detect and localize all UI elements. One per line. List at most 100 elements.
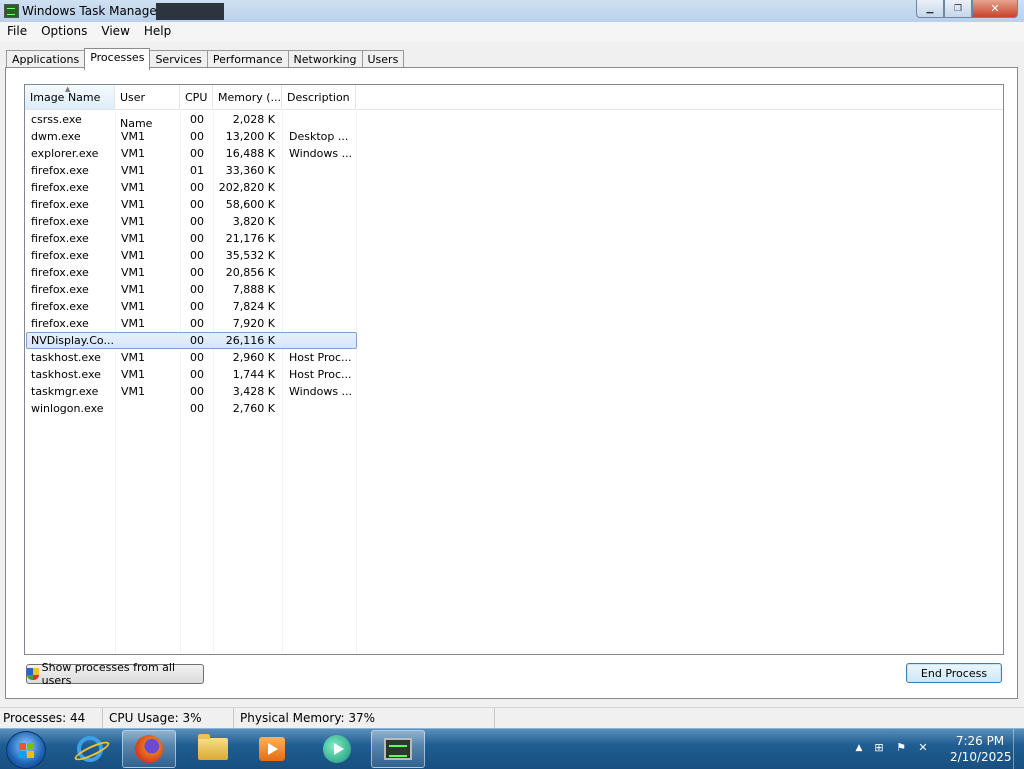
process-image-name: NVDisplay.Co... bbox=[31, 334, 114, 347]
column-header-cpu[interactable]: CPU bbox=[180, 85, 213, 109]
process-cpu: 00 bbox=[190, 181, 204, 194]
menu-options[interactable]: Options bbox=[34, 22, 94, 42]
process-memory: 2,960 K bbox=[232, 351, 275, 364]
process-row[interactable]: firefox.exe VM1 00 20,856 K bbox=[25, 264, 1003, 281]
process-memory: 13,200 K bbox=[225, 130, 275, 143]
taskbar-firefox[interactable] bbox=[122, 730, 176, 768]
process-description: Windows ... bbox=[289, 385, 353, 398]
process-row[interactable]: taskmgr.exe VM1 00 3,428 K Windows ... bbox=[25, 383, 1003, 400]
process-memory: 202,820 K bbox=[218, 181, 275, 194]
process-row[interactable]: explorer.exe VM1 00 16,488 K Windows ... bbox=[25, 145, 1003, 162]
process-memory: 7,824 K bbox=[232, 300, 275, 313]
process-memory: 7,920 K bbox=[232, 317, 275, 330]
taskbar: ▲ ⊞ ⚑ ✕ 7:26 PM 2/10/2025 bbox=[0, 728, 1024, 769]
column-header-user-name[interactable]: User Name bbox=[115, 85, 180, 130]
process-memory: 33,360 K bbox=[225, 164, 275, 177]
process-image-name: taskhost.exe bbox=[31, 368, 101, 381]
processes-panel: ▲ Image Name User Name CPU Memory (... D… bbox=[5, 67, 1018, 699]
process-cpu: 00 bbox=[190, 215, 204, 228]
process-cpu: 01 bbox=[190, 164, 204, 177]
menu-view[interactable]: View bbox=[94, 22, 136, 42]
process-row[interactable]: winlogon.exe 00 2,760 K bbox=[25, 400, 1003, 417]
process-memory: 2,028 K bbox=[232, 113, 275, 126]
network-icon[interactable]: ⊞ bbox=[872, 741, 886, 755]
process-user-name: VM1 bbox=[121, 198, 146, 211]
column-header-description[interactable]: Description bbox=[282, 85, 356, 109]
start-button[interactable] bbox=[6, 731, 46, 769]
volume-muted-icon[interactable]: ✕ bbox=[916, 741, 930, 755]
process-image-name: firefox.exe bbox=[31, 300, 89, 313]
process-row[interactable]: firefox.exe VM1 00 202,820 K bbox=[25, 179, 1003, 196]
process-row[interactable]: firefox.exe VM1 01 33,360 K bbox=[25, 162, 1003, 179]
firefox-icon bbox=[135, 735, 163, 763]
minimize-button[interactable]: ▁ bbox=[916, 0, 944, 18]
taskbar-media-player[interactable] bbox=[310, 730, 364, 768]
process-row[interactable]: firefox.exe VM1 00 35,532 K bbox=[25, 247, 1003, 264]
process-row[interactable]: taskhost.exe VM1 00 2,960 K Host Proc... bbox=[25, 349, 1003, 366]
redacted-region bbox=[156, 3, 224, 20]
status-cpu-usage: CPU Usage: 3% bbox=[106, 708, 234, 729]
status-physical-memory: Physical Memory: 37% bbox=[237, 708, 495, 729]
internet-explorer-icon bbox=[77, 736, 103, 762]
tab-processes[interactable]: Processes bbox=[84, 48, 151, 70]
process-memory: 1,744 K bbox=[232, 368, 275, 381]
taskbar-file-explorer[interactable] bbox=[186, 730, 240, 768]
process-image-name: firefox.exe bbox=[31, 283, 89, 296]
close-button[interactable]: ✕ bbox=[972, 0, 1018, 18]
process-row[interactable]: firefox.exe VM1 00 7,920 K bbox=[25, 315, 1003, 332]
menu-help[interactable]: Help bbox=[137, 22, 178, 42]
process-row[interactable]: csrss.exe 00 2,028 K bbox=[25, 111, 1003, 128]
menu-file[interactable]: File bbox=[0, 22, 34, 42]
taskbar-task-manager[interactable] bbox=[371, 730, 425, 768]
process-image-name: firefox.exe bbox=[31, 215, 89, 228]
process-row[interactable]: firefox.exe VM1 00 3,820 K bbox=[25, 213, 1003, 230]
process-user-name: VM1 bbox=[121, 164, 146, 177]
process-cpu: 00 bbox=[190, 317, 204, 330]
status-processes: Processes: 44 bbox=[0, 708, 103, 729]
show-all-users-button[interactable]: Show processes from all users bbox=[26, 661, 204, 687]
process-row[interactable]: firefox.exe VM1 00 7,824 K bbox=[25, 298, 1003, 315]
process-description: Desktop ... bbox=[289, 130, 349, 143]
process-image-name: firefox.exe bbox=[31, 266, 89, 279]
taskbar-media-center[interactable] bbox=[245, 730, 299, 768]
process-image-name: firefox.exe bbox=[31, 317, 89, 330]
column-header-memory[interactable]: Memory (... bbox=[213, 85, 282, 109]
process-row[interactable]: dwm.exe VM1 00 13,200 K Desktop ... bbox=[25, 128, 1003, 145]
process-description: Host Proc... bbox=[289, 368, 352, 381]
column-header-image-name[interactable]: ▲ Image Name bbox=[25, 85, 115, 109]
end-process-button[interactable]: End Process bbox=[906, 663, 1002, 683]
show-desktop-button[interactable] bbox=[1013, 729, 1024, 769]
process-image-name: firefox.exe bbox=[31, 198, 89, 211]
title-bar: Windows Task Manager ▁ ❐ ✕ bbox=[0, 0, 1024, 23]
process-user-name: VM1 bbox=[121, 317, 146, 330]
process-image-name: firefox.exe bbox=[31, 181, 89, 194]
process-user-name: VM1 bbox=[121, 232, 146, 245]
taskbar-internet-explorer[interactable] bbox=[63, 730, 117, 768]
process-row[interactable]: firefox.exe VM1 00 58,600 K bbox=[25, 196, 1003, 213]
process-row[interactable]: firefox.exe VM1 00 7,888 K bbox=[25, 281, 1003, 298]
action-center-flag-icon[interactable]: ⚑ bbox=[894, 741, 908, 755]
clock[interactable]: 7:26 PM 2/10/2025 bbox=[950, 733, 1012, 765]
maximize-button[interactable]: ❐ bbox=[944, 0, 972, 18]
process-cpu: 00 bbox=[190, 266, 204, 279]
process-user-name: VM1 bbox=[121, 181, 146, 194]
process-image-name: explorer.exe bbox=[31, 147, 99, 160]
process-user-name: VM1 bbox=[121, 351, 146, 364]
process-cpu: 00 bbox=[190, 232, 204, 245]
task-manager-icon bbox=[384, 738, 412, 760]
process-row[interactable]: firefox.exe VM1 00 21,176 K bbox=[25, 230, 1003, 247]
folder-icon bbox=[198, 734, 228, 760]
process-row[interactable]: NVDisplay.Co... 00 26,116 K bbox=[25, 332, 1003, 349]
window-controls: ▁ ❐ ✕ bbox=[916, 0, 1018, 18]
process-user-name: VM1 bbox=[121, 368, 146, 381]
process-image-name: firefox.exe bbox=[31, 164, 89, 177]
process-description: Windows ... bbox=[289, 147, 353, 160]
sort-arrow-icon: ▲ bbox=[65, 85, 71, 93]
process-memory: 58,600 K bbox=[225, 198, 275, 211]
tab-strip: Applications Processes Services Performa… bbox=[6, 48, 405, 70]
process-list[interactable]: ▲ Image Name User Name CPU Memory (... D… bbox=[24, 84, 1004, 655]
process-user-name: VM1 bbox=[121, 130, 146, 143]
process-row[interactable]: taskhost.exe VM1 00 1,744 K Host Proc... bbox=[25, 366, 1003, 383]
process-memory: 3,820 K bbox=[232, 215, 275, 228]
show-hidden-icons-icon[interactable]: ▲ bbox=[852, 741, 866, 755]
